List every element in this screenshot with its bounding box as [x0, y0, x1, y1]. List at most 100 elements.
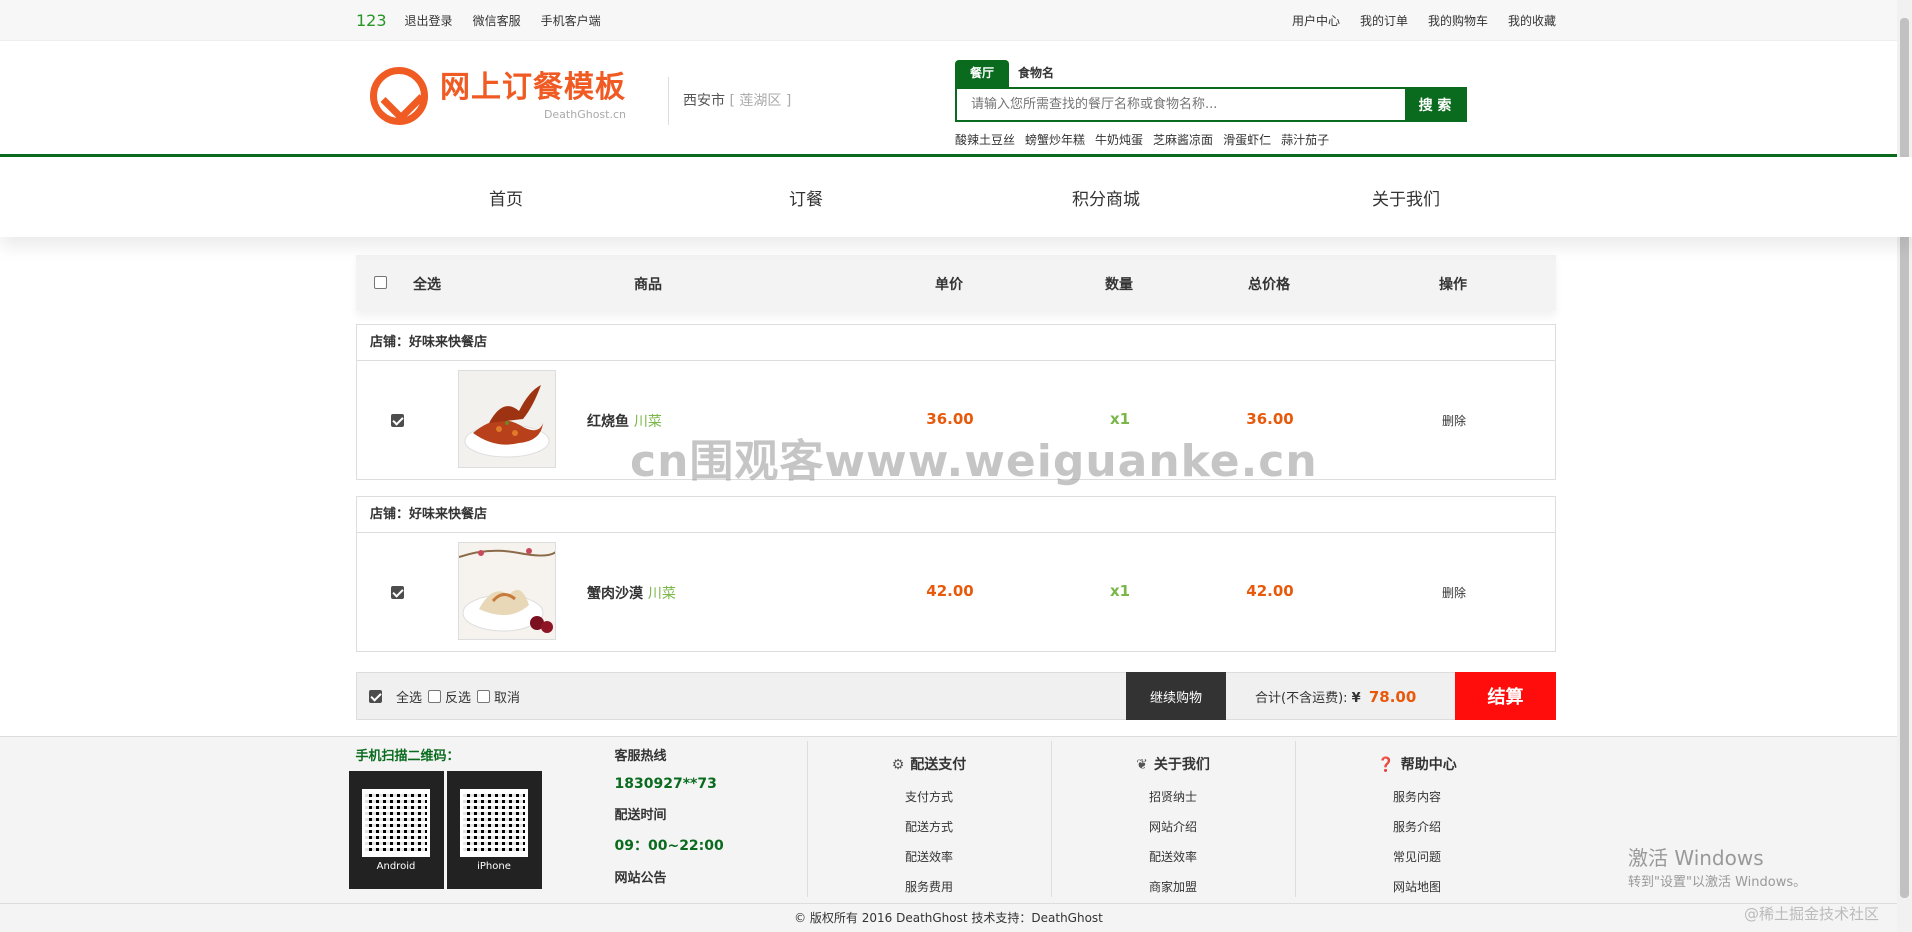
footer-link[interactable]: 网站介绍 [1052, 812, 1295, 842]
qr-android[interactable]: Android [348, 771, 444, 889]
footer-col-delivery: ⚙ 配送支付 支付方式 配送方式 配送效率 服务费用 [806, 741, 1051, 897]
item-checkbox[interactable] [391, 586, 404, 599]
footer-link[interactable]: 配送方式 [808, 812, 1051, 842]
footer-link[interactable]: 服务内容 [1296, 782, 1539, 812]
header-select-all: 全选 [413, 277, 441, 293]
total-amount: 78.00 [1368, 688, 1417, 706]
logo-subtitle: DeathGhost.cn [543, 108, 626, 121]
footer-col-help: ❓ 帮助中心 服务内容 服务介绍 常见问题 网站地图 [1294, 741, 1539, 897]
tab-food[interactable]: 食物名 [1009, 60, 1063, 87]
total-label: 合计(不含运费): [1255, 691, 1348, 706]
tab-restaurant[interactable]: 餐厅 [955, 60, 1009, 87]
wechat-service-link[interactable]: 微信客服 [473, 12, 521, 29]
scrollbar-thumb[interactable] [1900, 18, 1909, 898]
logo-title: 网上订餐模板 [440, 70, 626, 105]
hot-keyword[interactable]: 牛奶炖蛋 [1095, 131, 1143, 148]
footer-select-all-checkbox[interactable] [369, 689, 382, 703]
service-info: 客服热线 1830927**73 配送时间 09：00~22:00 网站公告 [615, 745, 724, 898]
footer-link[interactable]: 服务介绍 [1296, 812, 1539, 842]
logo-icon [370, 67, 428, 125]
main-nav: 首页 订餐 积分商城 关于我们 [0, 157, 1912, 237]
hotline-number: 1830927**73 [614, 776, 717, 792]
delivery-time-title: 配送时间 [614, 808, 667, 823]
nav-home[interactable]: 首页 [356, 185, 656, 210]
hot-keywords: 酸辣土豆丝 螃蟹炒年糕 牛奶炖蛋 芝麻酱凉面 滑蛋虾仁 蒜汁茄子 [955, 131, 1467, 148]
footer-link[interactable]: 服务费用 [808, 872, 1051, 902]
footer-link[interactable]: 支付方式 [808, 782, 1051, 812]
notice-title[interactable]: 网站公告 [615, 867, 724, 886]
cart-total: 合计(不含运费): ¥ 78.00 [1255, 687, 1416, 706]
windows-activation-notice: 激活 Windows 转到"设置"以激活 Windows。 [1628, 846, 1807, 890]
continue-shopping-button[interactable]: 继续购物 [1126, 672, 1226, 720]
watermark: cn围观客www.weiguanke.cn [630, 436, 1318, 487]
delete-item-button[interactable]: 删除 [1394, 584, 1514, 601]
header-product: 商品 [634, 277, 662, 293]
username[interactable]: 123 [356, 11, 387, 30]
item-category: 川菜 [647, 586, 676, 602]
qr-code-icon [460, 789, 528, 857]
item-image-braised-fish[interactable] [458, 370, 556, 468]
cancel-selection-checkbox[interactable] [477, 689, 491, 703]
qr-iphone[interactable]: iPhone [446, 771, 542, 889]
district-name[interactable]: [ 莲湖区 ] [729, 93, 791, 109]
qr-code-icon [362, 789, 430, 857]
search-input[interactable] [957, 89, 1405, 120]
delivery-time: 09：00~22:00 [614, 838, 724, 854]
nav-order[interactable]: 订餐 [656, 185, 956, 210]
hot-keyword[interactable]: 酸辣土豆丝 [955, 131, 1015, 148]
shop-block: 店铺：好味来快餐店 蟹肉沙漠 川菜 42.00 x1 42.00 删除 [356, 496, 1556, 652]
invert-selection-checkbox[interactable] [428, 689, 442, 703]
hot-keyword[interactable]: 螃蟹炒年糕 [1025, 131, 1085, 148]
footer-col-about: ❦ 关于我们 招贤纳士 网站介绍 配送效率 商家加盟 [1050, 741, 1295, 897]
item-name[interactable]: 蟹肉沙漠 川菜 [587, 583, 676, 603]
user-center-link[interactable]: 用户中心 [1292, 12, 1340, 29]
cancel-selection-label: 取消 [494, 690, 521, 706]
search-button[interactable]: 搜 索 [1405, 89, 1465, 120]
checkout-button[interactable]: 结算 [1455, 672, 1556, 720]
top-bar: 123 退出登录 微信客服 手机客户端 用户中心 我的订单 我的购物车 我的收藏 [0, 0, 1912, 41]
my-cart-link[interactable]: 我的购物车 [1428, 12, 1488, 29]
footer-select-all-label: 全选 [396, 690, 423, 706]
logout-link[interactable]: 退出登录 [405, 12, 453, 29]
select-all-checkbox[interactable] [374, 275, 387, 289]
delete-item-button[interactable]: 删除 [1394, 412, 1514, 429]
juejin-watermark: @稀土掘金技术社区 [1744, 905, 1880, 923]
bike-icon: ⚙ [891, 757, 905, 773]
hot-keyword[interactable]: 芝麻酱凉面 [1153, 131, 1213, 148]
header-unit-price: 单价 [935, 277, 963, 293]
qr-label: iPhone [477, 861, 511, 872]
header-quantity: 数量 [1105, 277, 1133, 293]
item-checkbox[interactable] [391, 414, 404, 427]
hot-keyword[interactable]: 蒜汁茄子 [1281, 131, 1329, 148]
shop-title: 店铺：好味来快餐店 [357, 325, 1555, 361]
qr-title: 手机扫描二维码： [355, 749, 460, 764]
cart-header: 全选 商品 单价 数量 总价格 操作 [356, 255, 1556, 311]
footer-link[interactable]: 配送效率 [1052, 842, 1295, 872]
city-selector[interactable]: 西安市 [ 莲湖区 ] [668, 77, 791, 125]
footer-link[interactable]: 商家加盟 [1052, 872, 1295, 902]
mobile-client-link[interactable]: 手机客户端 [541, 12, 601, 29]
footer-link[interactable]: 网站地图 [1296, 872, 1539, 902]
qr-label: Android [376, 861, 416, 872]
item-total-price: 42.00 [1246, 582, 1294, 600]
site-logo[interactable]: 网上订餐模板 DeathGhost.cn [370, 67, 626, 125]
footer-link[interactable]: 招贤纳士 [1052, 782, 1295, 812]
item-image-crab-dish[interactable] [458, 542, 556, 640]
currency-symbol: ¥ [1351, 691, 1361, 706]
site-footer: 手机扫描二维码： Android iPhone 客服热线 1830927**73… [0, 736, 1897, 932]
my-favorites-link[interactable]: 我的收藏 [1508, 12, 1556, 29]
search-area: 餐厅 食物名 搜 索 酸辣土豆丝 螃蟹炒年糕 牛奶炖蛋 芝麻酱凉面 滑蛋虾仁 蒜… [955, 60, 1467, 148]
hotline-title: 客服热线 [614, 749, 667, 764]
header-total: 总价格 [1248, 277, 1290, 293]
my-orders-link[interactable]: 我的订单 [1360, 12, 1408, 29]
leaf-icon: ❦ [1136, 757, 1148, 773]
hot-keyword[interactable]: 滑蛋虾仁 [1223, 131, 1271, 148]
cart-footer: 全选 反选 取消 继续购物 合计(不含运费): ¥ 78.00 结算 [356, 672, 1556, 720]
nav-points-mall[interactable]: 积分商城 [956, 185, 1256, 210]
footer-link[interactable]: 配送效率 [808, 842, 1051, 872]
footer-link[interactable]: 常见问题 [1296, 842, 1539, 872]
copyright: © 版权所有 2016 DeathGhost 技术支持：DeathGhost [0, 903, 1897, 932]
nav-about[interactable]: 关于我们 [1256, 185, 1556, 210]
item-unit-price: 42.00 [926, 582, 974, 600]
page-scrollbar[interactable] [1897, 0, 1912, 932]
